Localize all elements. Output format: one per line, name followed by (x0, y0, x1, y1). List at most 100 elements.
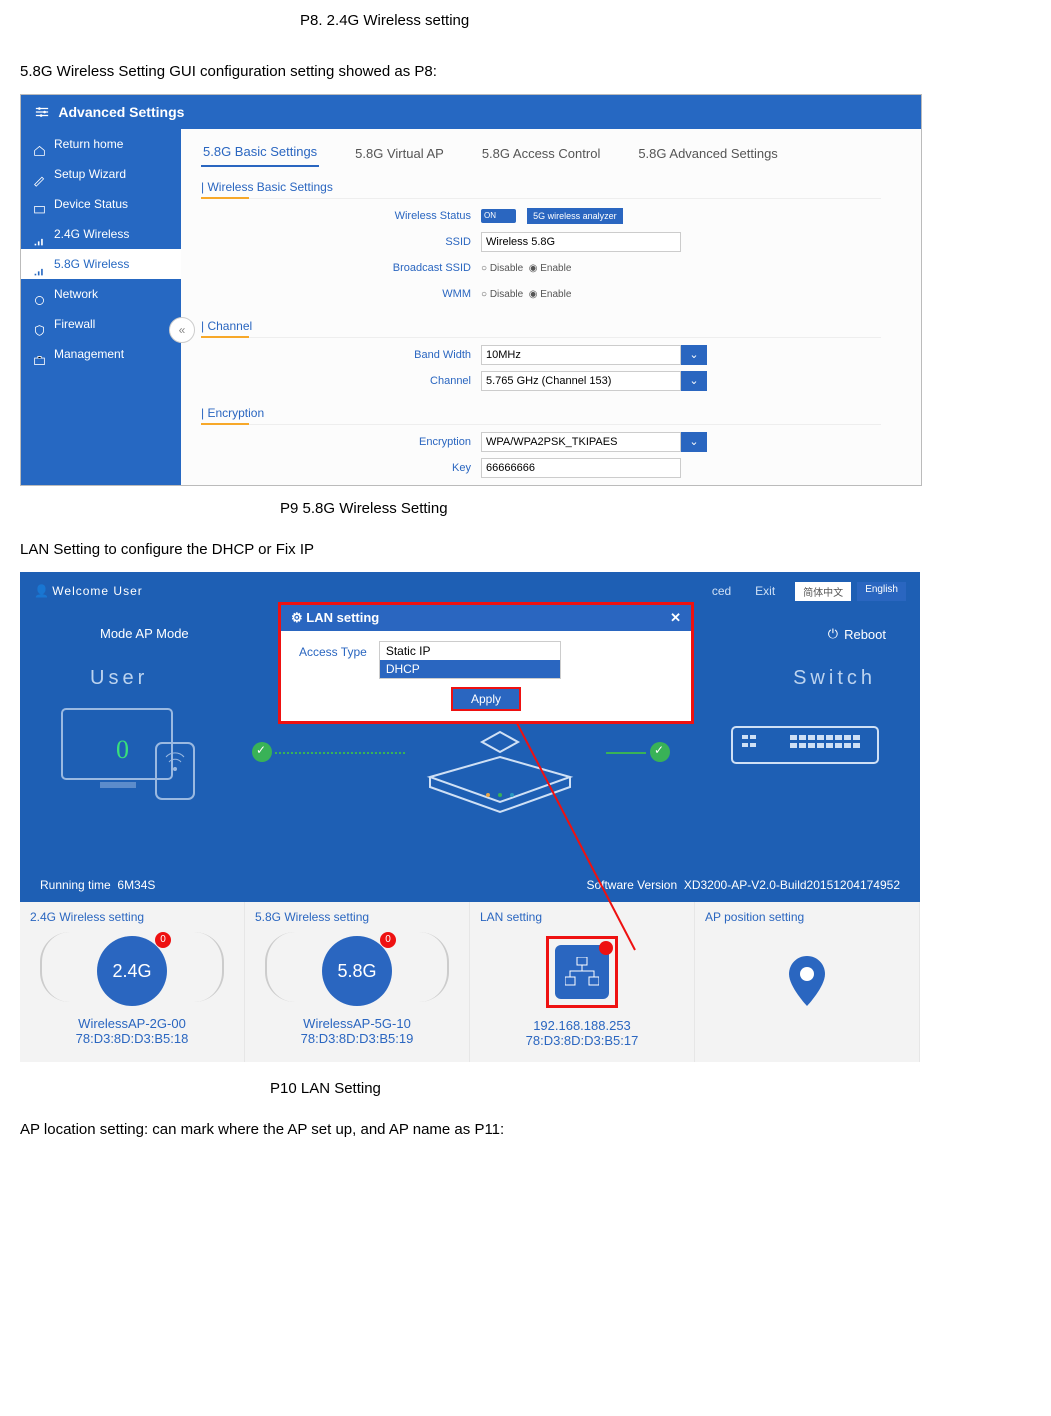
lang-cn[interactable]: 简体中文 (795, 582, 851, 601)
screenshot-p10: 👤 Welcome User ced Exit 简体中文 English Mod… (20, 572, 920, 1062)
channel-label: Channel (181, 375, 481, 387)
key-input[interactable] (481, 458, 681, 478)
screenshot-p9: Advanced Settings Return home Setup Wiza… (20, 94, 922, 486)
tile-lan-title: LAN setting (480, 910, 684, 924)
monitor-phone-icon (60, 707, 200, 805)
chevron-down-icon: ⌄ (681, 371, 707, 391)
running-time: Running time 6M34S (40, 878, 155, 892)
sidebar-item-network[interactable]: Network (21, 279, 181, 309)
24g-circle: 2.4G0 (97, 936, 167, 1006)
access-type-label: Access Type (299, 641, 367, 659)
encryption-select[interactable]: ⌄ (481, 432, 707, 452)
badge-count: 0 (155, 932, 171, 948)
section-encryption: | Encryption (201, 406, 881, 425)
badge-count: 0 (380, 932, 396, 948)
sidebar: Return home Setup Wizard Device Status 2… (21, 129, 181, 485)
tile-24g-title: 2.4G Wireless setting (30, 910, 234, 924)
24g-ssid: WirelessAP-2G-00 (30, 1016, 234, 1031)
tile-24g[interactable]: 2.4G Wireless setting 2.4G0 WirelessAP-2… (20, 902, 245, 1062)
analyzer-button[interactable]: 5G wireless analyzer (527, 208, 623, 224)
sidebar-item-management[interactable]: Management (21, 339, 181, 369)
monitor-icon (33, 198, 46, 211)
collapse-sidebar-icon[interactable]: « (169, 317, 195, 343)
caption-p9: P9 5.8G Wireless Setting (20, 500, 1031, 517)
wizard-icon (33, 168, 46, 181)
check-icon (252, 742, 272, 762)
switch-device-icon (730, 717, 880, 780)
sidebar-item-setup-wizard[interactable]: Setup Wizard (21, 159, 181, 189)
sidebar-item-firewall[interactable]: Firewall (21, 309, 181, 339)
shield-icon (33, 318, 46, 331)
connected-devices-count: 0 (116, 735, 129, 765)
check-icon (650, 742, 670, 762)
lan-highlight-box (546, 936, 618, 1008)
map-pin-icon (787, 956, 827, 1006)
tile-position-title: AP position setting (705, 910, 909, 924)
bandwidth-select[interactable]: ⌄ (481, 345, 707, 365)
58g-circle: 5.8G0 (322, 936, 392, 1006)
wireless-status-toggle[interactable]: ON (481, 209, 516, 223)
dial-arc-icon (40, 932, 70, 1002)
58g-ssid: WirelessAP-5G-10 (255, 1016, 459, 1031)
encryption-label: Encryption (181, 436, 481, 448)
tab-advanced[interactable]: 5.8G Advanced Settings (636, 136, 779, 167)
24g-mac: 78:D3:8D:D3:B5:18 (30, 1031, 234, 1046)
access-type-select[interactable]: Static IP DHCP (379, 641, 561, 679)
wireless-status-label: Wireless Status (181, 210, 481, 222)
option-dhcp[interactable]: DHCP (380, 660, 560, 678)
key-label: Key (181, 462, 481, 474)
channel-select[interactable]: ⌄ (481, 371, 707, 391)
intro-p10: LAN Setting to configure the DHCP or Fix… (20, 541, 1031, 558)
tabs: 5.8G Basic Settings 5.8G Virtual AP 5.8G… (181, 129, 921, 168)
sidebar-item-24g-wireless[interactable]: 2.4G Wireless (21, 219, 181, 249)
briefcase-icon (33, 348, 46, 361)
lan-topology-icon (555, 945, 609, 999)
wmm-radios[interactable]: ○ Disable ◉ Enable (481, 289, 571, 300)
nav-exit[interactable]: Exit (755, 584, 775, 598)
tile-58g[interactable]: 5.8G Wireless setting 5.8G0 WirelessAP-5… (245, 902, 470, 1062)
tile-58g-title: 5.8G Wireless setting (255, 910, 459, 924)
reboot-button[interactable]: ⏻ Reboot (828, 626, 886, 642)
signal-icon (33, 258, 46, 271)
tab-access-control[interactable]: 5.8G Access Control (480, 136, 603, 167)
home-icon (33, 138, 46, 151)
section-basic: | Wireless Basic Settings (201, 180, 881, 199)
sliders-icon (35, 104, 58, 120)
sidebar-item-return-home[interactable]: Return home (21, 129, 181, 159)
lang-en[interactable]: English (857, 582, 906, 601)
nav-advanced[interactable]: ced (712, 584, 731, 598)
ssid-input[interactable] (481, 232, 681, 252)
welcome-user: 👤 Welcome User (34, 584, 712, 598)
tile-ap-position[interactable]: AP position setting (695, 902, 920, 1062)
tab-basic[interactable]: 5.8G Basic Settings (201, 134, 319, 167)
scene-user-label: User (90, 667, 148, 690)
connection-line-solid (606, 752, 646, 754)
apply-button[interactable]: Apply (451, 687, 521, 711)
chevron-down-icon: ⌄ (681, 432, 707, 452)
software-version: Software Version XD3200-AP-V2.0-Build201… (586, 878, 900, 892)
modal-close-icon[interactable]: ✕ (670, 605, 681, 631)
sidebar-item-58g-wireless[interactable]: 5.8G Wireless (21, 249, 181, 279)
caption-p8: P8. 2.4G Wireless setting (20, 12, 1031, 29)
power-icon: ⏻ (828, 626, 838, 642)
section-channel: | Channel (201, 319, 881, 338)
user-icon: 👤 (34, 584, 49, 598)
signal-icon (33, 228, 46, 241)
broadcast-ssid-radios[interactable]: ○ Disable ◉ Enable (481, 263, 571, 274)
lan-mac: 78:D3:8D:D3:B5:17 (480, 1033, 684, 1048)
dial-arc-icon (265, 932, 295, 1002)
modal-title: LAN setting (306, 610, 379, 625)
network-icon (33, 288, 46, 301)
lan-ip: 192.168.188.253 (480, 1018, 684, 1033)
sidebar-item-device-status[interactable]: Device Status (21, 189, 181, 219)
lan-setting-modal: ⚙ LAN setting ✕ Access Type Static IP DH… (278, 602, 694, 724)
bandwidth-label: Band Width (181, 349, 481, 361)
intro-p9: 5.8G Wireless Setting GUI configuration … (20, 63, 1031, 80)
wmm-label: WMM (181, 288, 481, 300)
mode-label: Mode AP Mode (100, 626, 189, 641)
broadcast-ssid-label: Broadcast SSID (181, 262, 481, 274)
option-static-ip[interactable]: Static IP (380, 642, 560, 660)
tab-virtual-ap[interactable]: 5.8G Virtual AP (353, 136, 446, 167)
tile-lan[interactable]: LAN setting 192.168.188.253 78:D3:8D:D3:… (470, 902, 695, 1062)
advanced-settings-header: Advanced Settings (21, 95, 921, 129)
